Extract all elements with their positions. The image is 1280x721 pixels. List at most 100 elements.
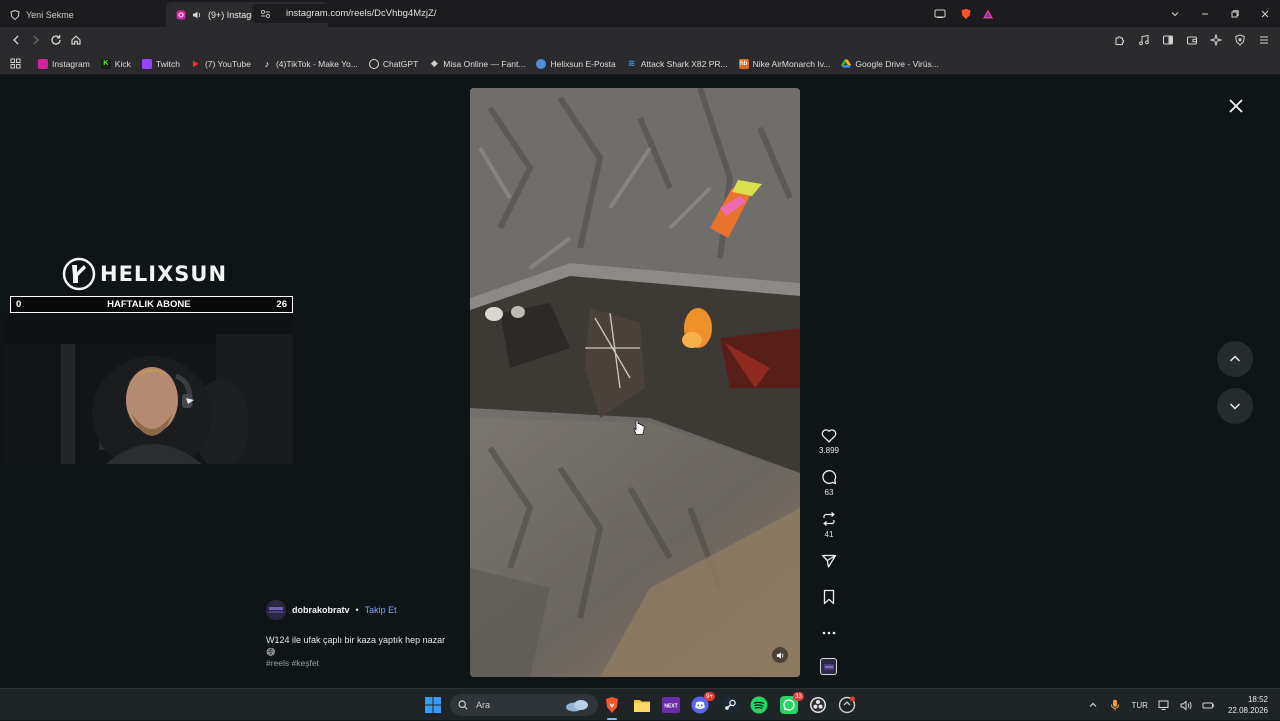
bookmark-helixsun-mail[interactable]: Helixsun E-Posta [532,55,619,73]
search-icon [458,700,468,710]
folder-icon [633,698,651,713]
sub-title: HAFTALIK ABONE [107,299,190,310]
menu-icon[interactable] [1254,30,1274,50]
tab-search-chevron-icon[interactable] [1160,0,1190,27]
obs-icon [809,696,827,714]
volume-tray-icon[interactable] [1178,696,1196,714]
username-link[interactable]: dobrakobratv [292,605,350,615]
more-options-button[interactable] [820,624,838,654]
cast-icon[interactable] [934,9,946,19]
speaker-icon[interactable] [192,10,202,20]
brave-rewards-icon[interactable] [982,8,994,20]
save-button[interactable] [820,588,838,624]
tray-overflow-chevron-icon[interactable] [1084,696,1102,714]
volume-icon[interactable] [772,647,788,663]
like-button[interactable]: 3.899 [819,426,839,468]
taskbar-next[interactable]: NEXT [661,695,681,715]
apps-grid-icon[interactable] [6,55,24,73]
avatar[interactable] [266,600,286,620]
comment-count: 63 [825,488,834,497]
bookmark-twitch[interactable]: Twitch [138,55,184,73]
close-window-icon[interactable] [1250,0,1280,27]
reel-video[interactable] [470,88,800,677]
weekly-subscriber-bar: 0 HAFTALIK ABONE 26 [10,296,293,313]
taskbar-steam[interactable] [720,695,740,715]
taskbar-app-record[interactable] [837,695,857,715]
chatgpt-icon [369,59,379,69]
bookmark-chatgpt[interactable]: ChatGPT [365,55,422,73]
mouse-pointer-icon [633,420,645,441]
site-settings-icon[interactable] [258,9,272,19]
logo-text: HELIXSUN [100,262,227,286]
wallet-icon[interactable] [1182,30,1202,50]
previous-reel-button[interactable] [1217,341,1253,377]
forward-icon[interactable] [26,30,46,50]
heart-icon [820,426,838,444]
hb-icon: hb [739,59,749,69]
comment-button[interactable]: 63 [820,468,838,510]
battery-icon[interactable] [1200,696,1218,714]
taskbar-whatsapp[interactable]: 33 [779,695,799,715]
reload-icon[interactable] [46,30,66,50]
minimize-icon[interactable] [1190,0,1220,27]
close-icon[interactable] [1226,96,1246,116]
bookmark-kick[interactable]: KKick [97,55,135,73]
tab-new-tab[interactable]: Yeni Sekme [0,2,166,27]
clock-time: 18:52 [1228,694,1268,705]
twitch-icon [142,59,152,69]
vpn-icon[interactable] [1230,30,1250,50]
sidebar-icon[interactable] [1158,30,1178,50]
webcam-feed [6,314,293,464]
back-icon[interactable] [6,30,26,50]
reel-hashtags[interactable]: #reels #keşfet [266,658,466,668]
share-button[interactable] [820,552,838,588]
shark-icon: ≋ [627,59,637,69]
tiktok-icon: ♪ [262,59,272,69]
like-count: 3.899 [819,446,839,455]
taskbar-file-explorer[interactable] [632,695,652,715]
next-app-icon: NEXT [662,697,680,713]
windows-taskbar: Ara NEXT 9+ 33 TUR [0,688,1280,720]
bookmark-tiktok[interactable]: ♪(4)TikTok - Make Yo... [258,55,362,73]
taskbar-obs[interactable] [808,695,828,715]
address-bar[interactable]: instagram.com/reels/DcVhbg4MzjZ/ [252,4,1000,23]
kick-icon: K [101,59,111,69]
microphone-icon[interactable] [1106,696,1124,714]
steam-icon [721,696,739,714]
follow-button[interactable]: Takip Et [365,605,397,615]
reel-caption: W124 ile ufak çaplı bir kaza yaptık hep … [266,634,446,658]
send-icon [820,552,838,570]
taskbar-brave[interactable] [602,695,622,715]
network-icon[interactable] [1156,696,1174,714]
media-icon[interactable] [1134,30,1154,50]
taskbar-discord[interactable]: 9+ [690,695,710,715]
home-icon[interactable] [66,30,86,50]
discord-badge: 9+ [704,692,715,701]
bookmark-misa-online[interactable]: ◆Misa Online — Fant... [425,55,529,73]
brave-icon [604,696,620,714]
bookmark-attack-shark[interactable]: ≋Attack Shark X82 PR... [623,55,732,73]
windows-start-icon[interactable] [424,696,442,714]
extensions-icon[interactable] [1110,30,1130,50]
leo-ai-icon[interactable] [1206,30,1226,50]
brave-shields-icon[interactable] [960,8,972,20]
next-reel-button[interactable] [1217,388,1253,424]
restore-icon[interactable] [1220,0,1250,27]
youtube-icon: ▶ [191,59,201,69]
svg-text:NEXT: NEXT [664,704,677,710]
taskbar-spotify[interactable] [749,695,769,715]
chevron-up-icon [1228,352,1242,366]
window-controls [1160,0,1280,27]
bookmark-instagram[interactable]: Instagram [34,55,94,73]
original-audio-button[interactable] [820,658,837,675]
bookmark-google-drive[interactable]: Google Drive - Virüs... [837,55,942,73]
repost-icon [820,510,838,528]
clock[interactable]: 18:52 22.08.2026 [1228,694,1268,716]
input-language[interactable]: TUR [1132,701,1148,710]
bookmark-nike[interactable]: hbNike AirMonarch Iv... [735,55,835,73]
brave-shield-icon [10,10,20,20]
reels-viewer: HELIXSUN 0 HAFTALIK ABONE 26 [0,76,1280,688]
taskbar-search[interactable]: Ara [450,694,598,716]
repost-button[interactable]: 41 [820,510,838,552]
bookmark-youtube[interactable]: ▶(7) YouTube [187,55,255,73]
